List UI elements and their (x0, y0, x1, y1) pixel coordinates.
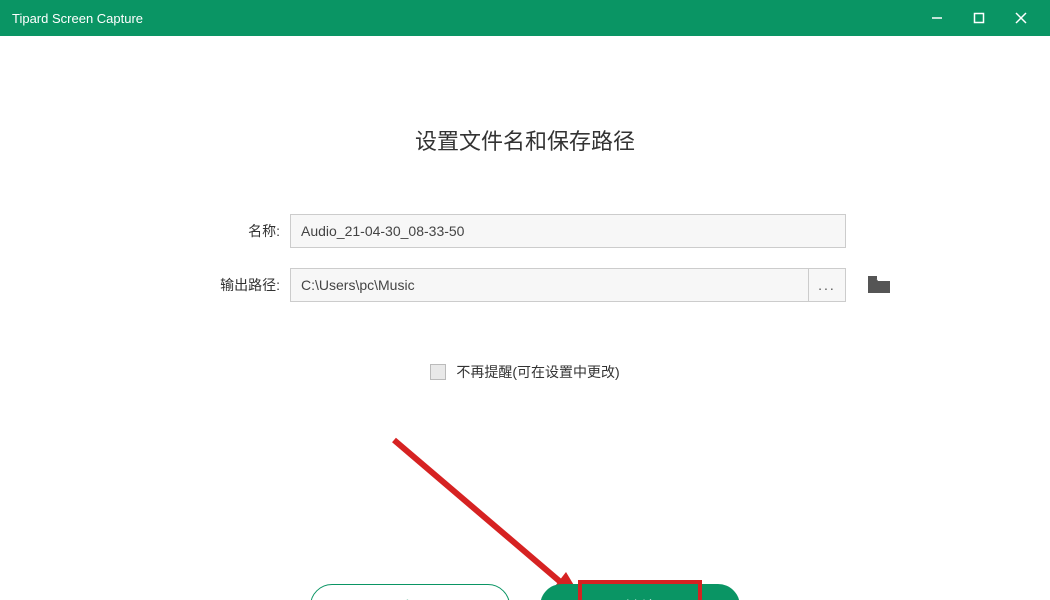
close-button[interactable] (1000, 0, 1042, 36)
name-input[interactable] (290, 214, 846, 248)
dont-remind-label: 不再提醒(可在设置中更改) (456, 362, 619, 382)
folder-icon (867, 275, 891, 295)
back-button[interactable]: 返回 (310, 584, 510, 600)
browse-more-button[interactable]: ... (808, 268, 846, 302)
annotation-arrow-icon (384, 430, 604, 600)
output-path-input[interactable] (290, 268, 808, 302)
output-path-row: 输出路径: ... (40, 268, 1010, 302)
open-folder-button[interactable] (864, 273, 894, 297)
titlebar: Tipard Screen Capture (0, 0, 1050, 36)
minimize-icon (931, 12, 943, 24)
output-path-label: 输出路径: (40, 275, 290, 295)
dialog-heading: 设置文件名和保存路径 (40, 124, 1010, 156)
form: 名称: 输出路径: ... (40, 214, 1010, 302)
name-label: 名称: (40, 221, 290, 241)
continue-button-label: 继续 (624, 594, 656, 600)
maximize-icon (973, 12, 985, 24)
dont-remind-row: 不再提醒(可在设置中更改) (40, 362, 1010, 382)
minimize-button[interactable] (916, 0, 958, 36)
name-row: 名称: (40, 214, 1010, 248)
dialog-buttons: 返回 继续 (0, 584, 1050, 600)
continue-button[interactable]: 继续 (540, 584, 740, 600)
dialog-content: 设置文件名和保存路径 名称: 输出路径: ... 不再提醒(可在设置中更改) 返… (0, 124, 1050, 600)
close-icon (1014, 11, 1028, 25)
window-controls (916, 0, 1042, 36)
window-title: Tipard Screen Capture (12, 11, 916, 26)
dont-remind-checkbox[interactable] (430, 364, 446, 380)
maximize-button[interactable] (958, 0, 1000, 36)
